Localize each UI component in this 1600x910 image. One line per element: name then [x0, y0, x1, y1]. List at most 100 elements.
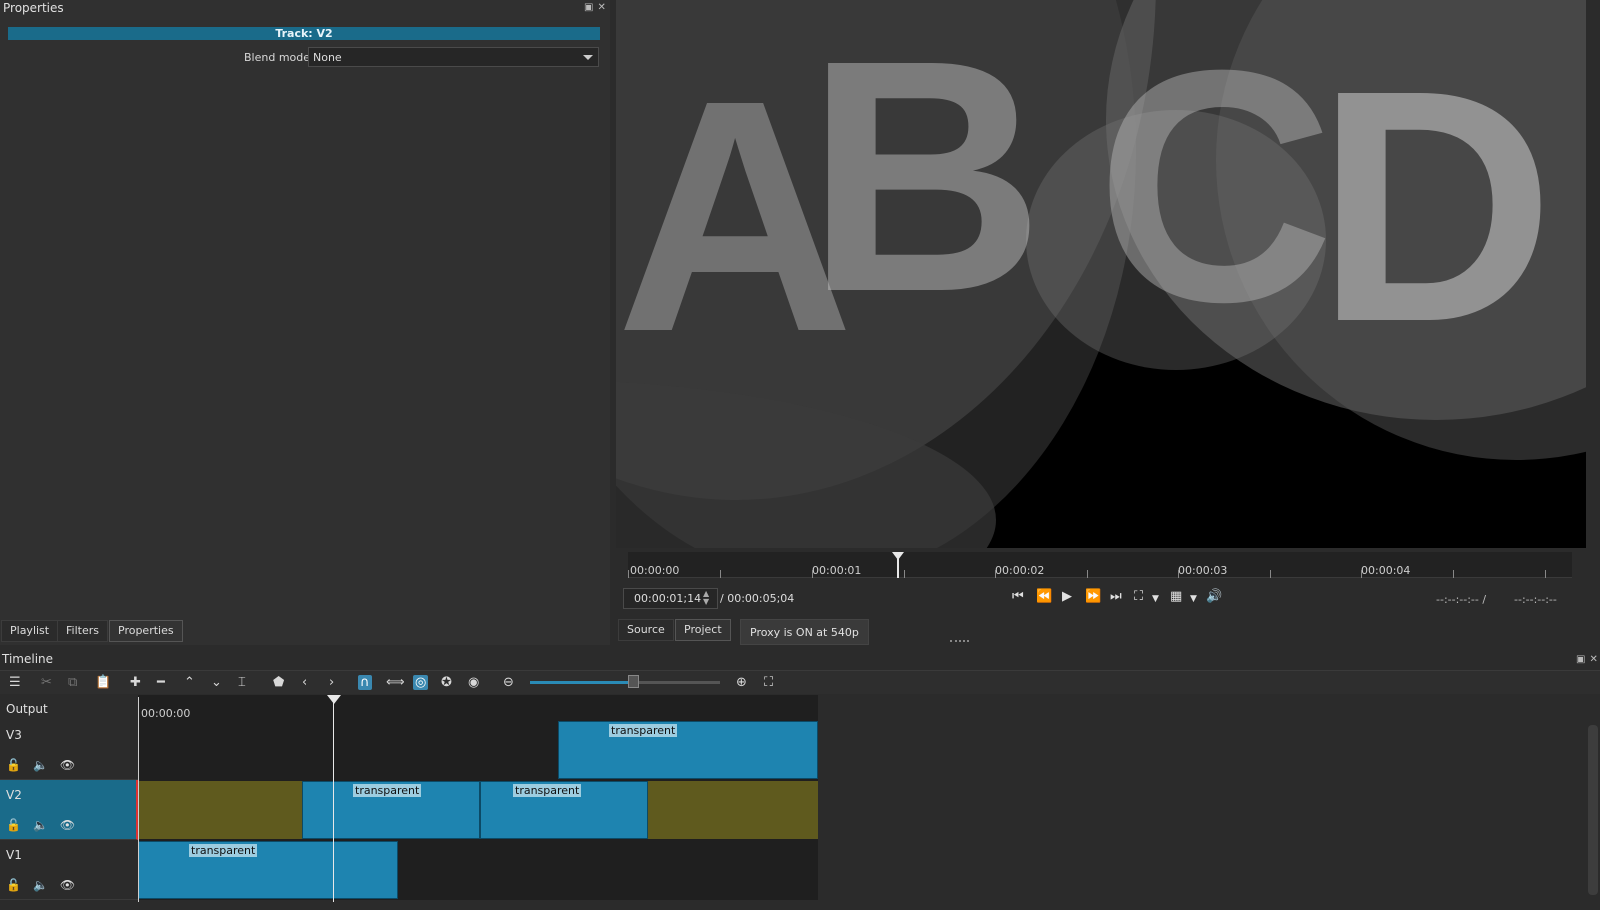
copy-icon[interactable]: ⧉	[68, 675, 77, 690]
blend-mode-label: Blend mode	[244, 51, 311, 64]
blend-mode-select[interactable]: None	[308, 47, 599, 67]
tab-playlist[interactable]: Playlist	[1, 620, 59, 642]
close-icon[interactable]: ✕	[1589, 654, 1597, 665]
float-icon[interactable]: ▣	[1576, 654, 1585, 665]
track-name: V1	[6, 848, 22, 862]
float-icon[interactable]: ▣	[584, 2, 593, 13]
ruler-tick	[720, 570, 721, 578]
blend-mode-value: None	[313, 51, 342, 64]
splitter-handle[interactable]	[950, 640, 969, 643]
tab-project[interactable]: Project	[675, 619, 731, 641]
ripple-icon[interactable]: ◎	[413, 675, 429, 690]
lift-icon[interactable]: ⌃	[184, 675, 195, 690]
blank-gap[interactable]	[648, 781, 818, 839]
skip-previous-icon[interactable]: ⏮	[1012, 589, 1024, 604]
preview-letter-b: B	[806, 0, 1044, 360]
video-preview: A B C D	[616, 0, 1586, 548]
track-header-v1[interactable]: V1 🔓 🔈 👁	[0, 840, 138, 900]
lock-icon[interactable]: 🔓	[6, 758, 21, 772]
track-header-v2[interactable]: V2 🔓 🔈 👁	[0, 780, 138, 840]
clip[interactable]: transparent	[480, 781, 648, 839]
skip-next-icon[interactable]: ⏭	[1110, 589, 1122, 604]
track-header: Track: V2	[8, 27, 600, 40]
scrub-icon[interactable]: ⟺	[386, 675, 405, 690]
ripple-all-icon[interactable]: ✪	[441, 675, 452, 690]
chevron-down-icon[interactable]: ▼	[1152, 594, 1159, 604]
ripple-markers-icon[interactable]: ◉	[468, 675, 479, 690]
volume-icon[interactable]: 🔊	[1206, 589, 1222, 604]
timeline-start-line	[138, 697, 139, 902]
properties-dock-buttons: ▣ ✕	[584, 2, 606, 13]
play-icon[interactable]: ▶	[1062, 589, 1072, 604]
zoom-out-icon[interactable]: ⊖	[503, 675, 514, 690]
tab-source[interactable]: Source	[618, 619, 674, 641]
overwrite-icon[interactable]: ⌄	[211, 675, 222, 690]
next-marker-icon[interactable]: ›	[329, 675, 334, 690]
properties-panel	[0, 0, 610, 645]
clip[interactable]: transparent	[138, 841, 398, 899]
split-icon[interactable]: ⌶	[238, 675, 246, 690]
timeline-toolbar: ☰ ✂ ⧉ 📋 ✚ ━ ⌃ ⌄ ⌶ ⬟ ‹ › ∩ ⟺ ◎ ✪ ◉ ⊖ ⊕ ⛶	[0, 670, 1600, 694]
append-icon[interactable]: ✚	[130, 675, 141, 690]
grid-icon[interactable]: ▦	[1170, 589, 1182, 604]
ruler-label-4: 00:00:04	[1361, 564, 1411, 577]
timeline-playhead[interactable]	[327, 695, 341, 704]
ruler-tick	[904, 570, 905, 578]
zoom-fit-icon[interactable]: ⛶	[764, 675, 773, 690]
zoom-view-icon[interactable]: ⛶	[1134, 589, 1143, 604]
tab-filters[interactable]: Filters	[57, 620, 108, 642]
viewer-playhead-line	[897, 558, 899, 578]
ruler-tick	[1545, 570, 1546, 578]
ruler-tick	[628, 570, 629, 578]
zoom-slider-thumb[interactable]	[628, 675, 639, 688]
zoom-slider-fill	[530, 681, 633, 684]
rewind-icon[interactable]: ⏪	[1036, 589, 1052, 604]
fast-forward-icon[interactable]: ⏩	[1085, 589, 1101, 604]
timeline-title: Timeline	[2, 652, 54, 666]
viewer-ruler[interactable]: 00:00:00 00:00:01 00:00:02 00:00:03 00:0…	[628, 552, 1572, 578]
clip-label: transparent	[353, 784, 422, 797]
lock-icon[interactable]: 🔓	[6, 818, 21, 832]
mute-icon[interactable]: 🔈	[33, 818, 48, 832]
marker-icon[interactable]: ⬟	[273, 675, 284, 690]
lock-icon[interactable]: 🔓	[6, 878, 21, 892]
mute-icon[interactable]: 🔈	[33, 758, 48, 772]
zoom-in-icon[interactable]: ⊕	[736, 675, 747, 690]
timeline-empty-area	[818, 695, 1600, 900]
chevron-down-icon	[583, 55, 593, 60]
remove-icon[interactable]: ━	[157, 675, 165, 690]
mute-icon[interactable]: 🔈	[33, 878, 48, 892]
ruler-label-2: 00:00:02	[995, 564, 1045, 577]
eye-icon[interactable]: 👁	[60, 818, 75, 832]
out-point-timecode: --:--:--:--	[1514, 593, 1557, 606]
timecode-spinner[interactable]: ▲ ▼	[703, 590, 709, 606]
eye-icon[interactable]: 👁	[60, 878, 75, 892]
clip[interactable]: transparent	[302, 781, 480, 839]
ruler-tick	[1361, 570, 1362, 578]
clip-label: transparent	[189, 844, 258, 857]
properties-title: Properties	[3, 1, 64, 15]
timeline-time-start: 00:00:00	[141, 707, 191, 720]
track-row-v3: transparent	[138, 721, 818, 781]
duration-label: / 00:00:05;04	[720, 592, 795, 605]
timeline-scrollbar[interactable]	[1588, 725, 1598, 895]
cut-icon[interactable]: ✂	[41, 675, 52, 690]
track-header-v3[interactable]: V3 🔓 🔈 👁	[0, 720, 138, 780]
menu-icon[interactable]: ☰	[9, 675, 21, 690]
output-label: Output	[6, 702, 48, 716]
ruler-tick	[1087, 570, 1088, 578]
track-name: V3	[6, 728, 22, 742]
track-row-v1: transparent	[138, 841, 818, 901]
preview-letter-d: D	[1316, 21, 1554, 390]
in-point-timecode: --:--:--:-- /	[1436, 593, 1487, 606]
tab-properties[interactable]: Properties	[109, 620, 183, 642]
clip[interactable]: transparent	[558, 721, 818, 779]
paste-icon[interactable]: 📋	[95, 675, 111, 690]
track-name: V2	[6, 788, 22, 802]
blank-gap[interactable]	[138, 781, 302, 839]
chevron-down-icon[interactable]: ▼	[1190, 594, 1197, 604]
eye-icon[interactable]: 👁	[60, 758, 75, 772]
snap-icon[interactable]: ∩	[358, 675, 372, 690]
previous-marker-icon[interactable]: ‹	[302, 675, 307, 690]
close-icon[interactable]: ✕	[597, 2, 605, 13]
